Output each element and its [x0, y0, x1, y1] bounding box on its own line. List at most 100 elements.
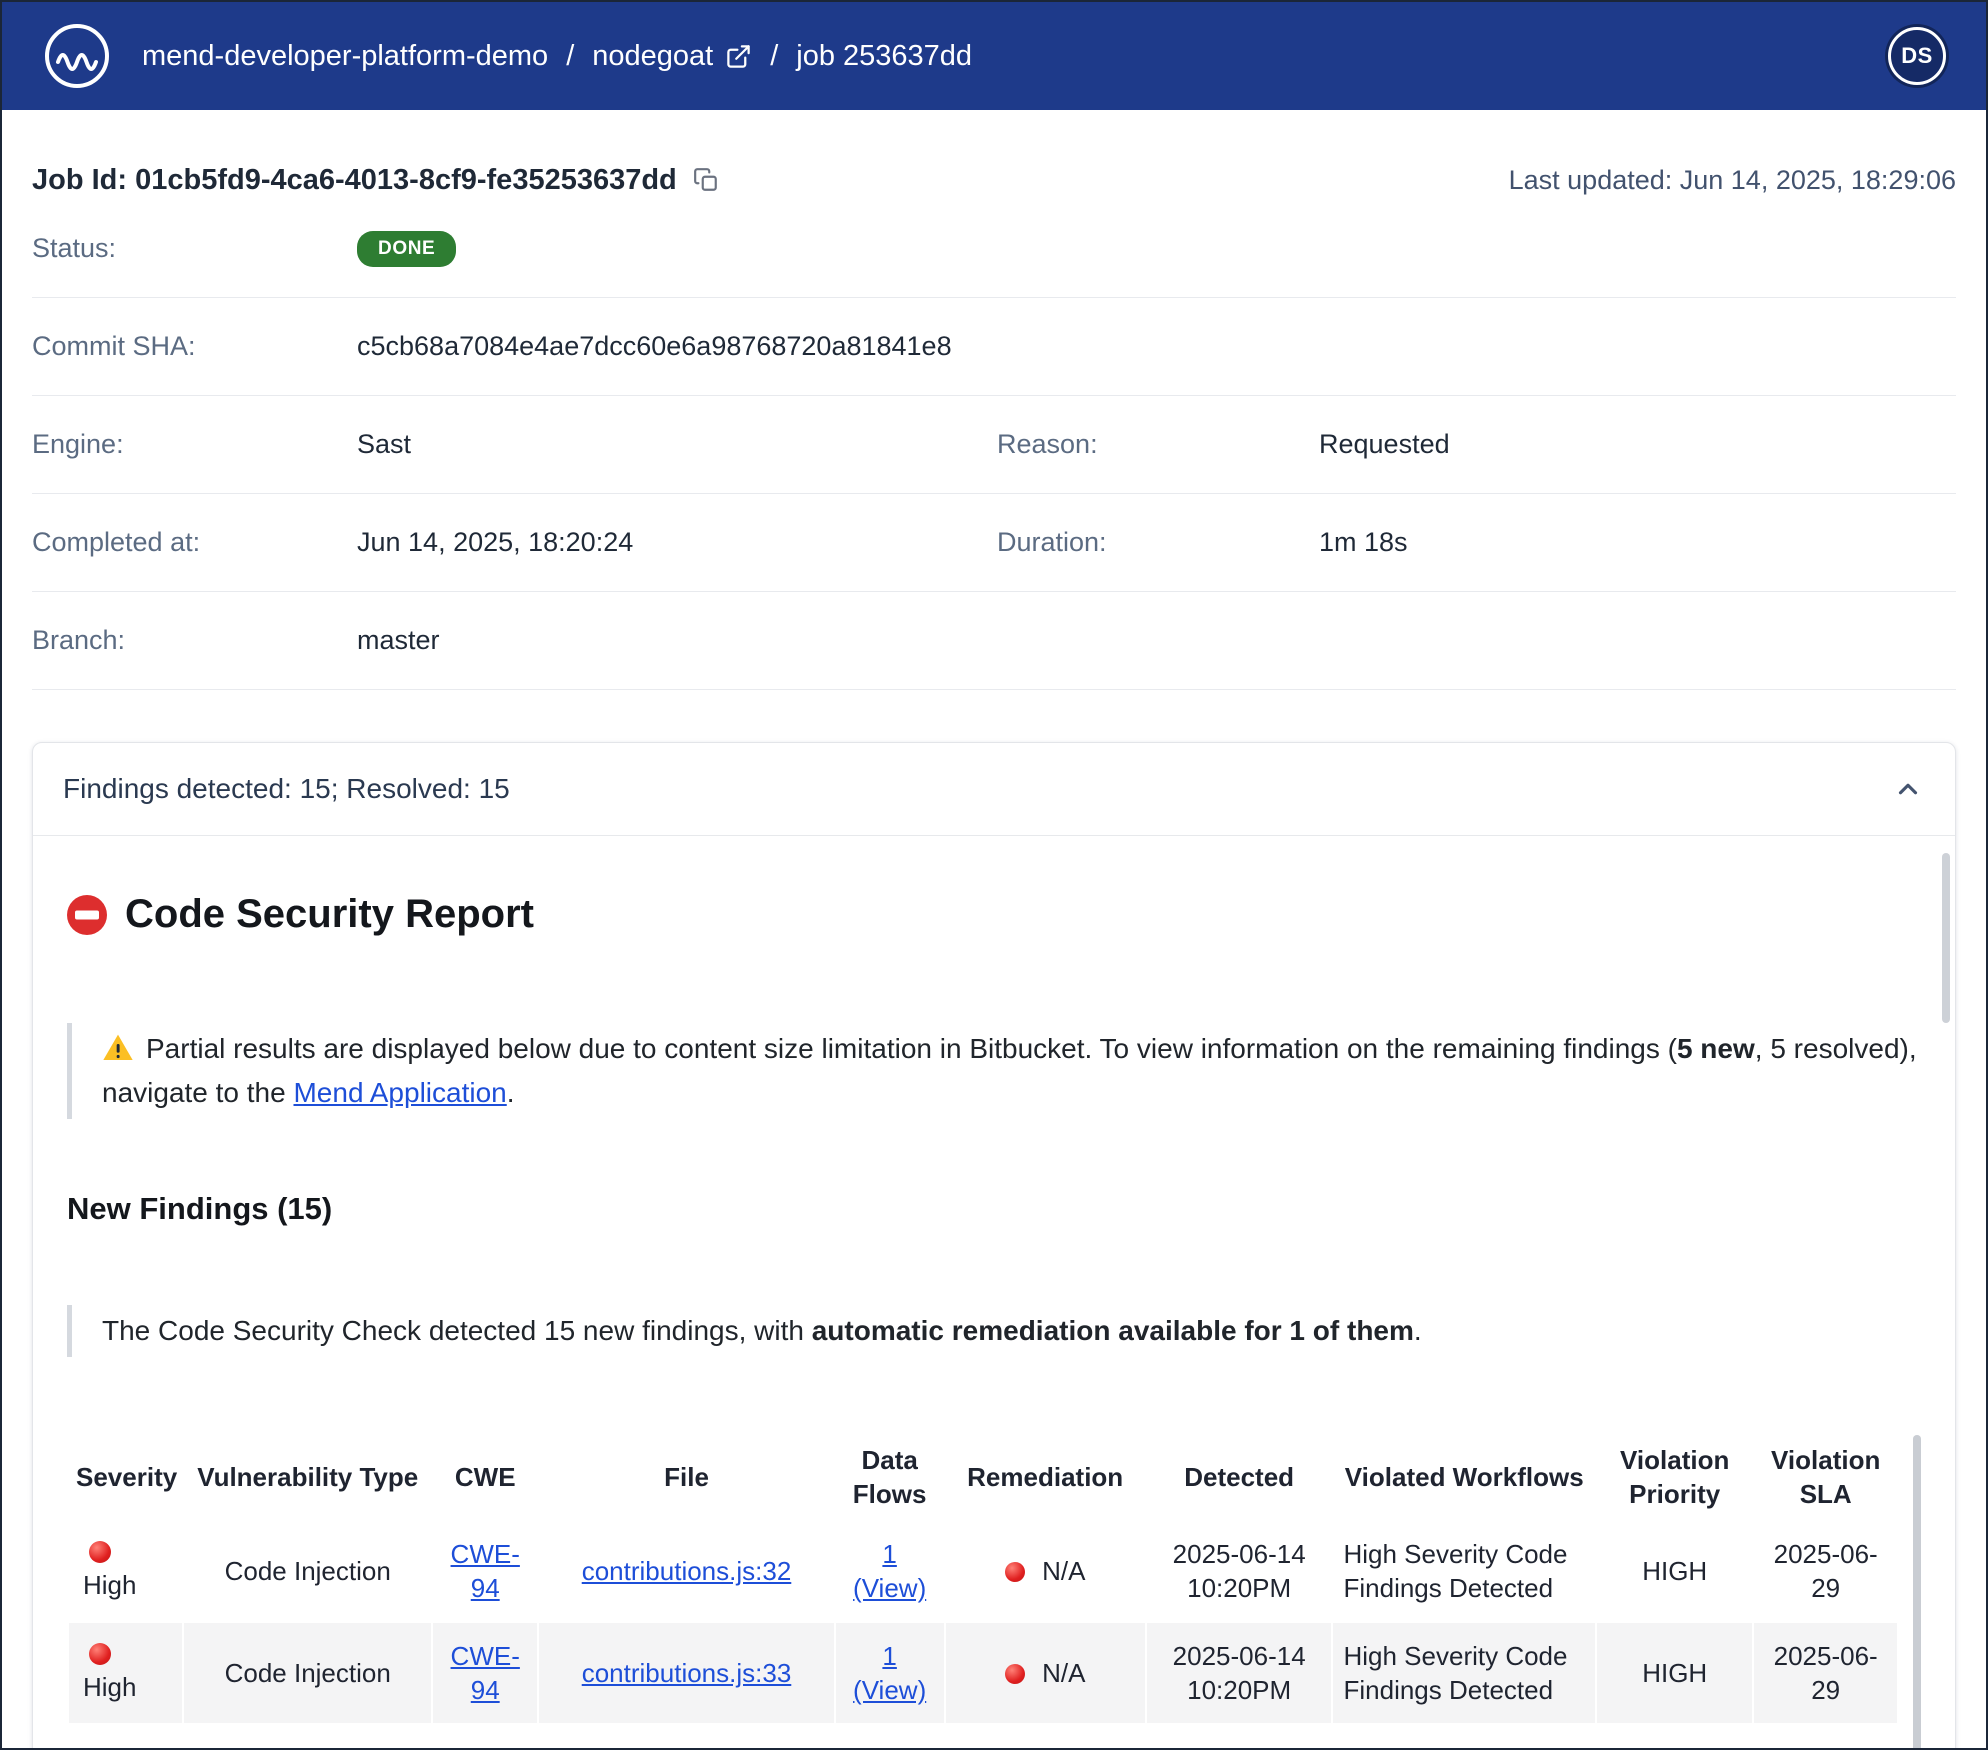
cell-violation-sla: 2025-06-29 [1753, 1622, 1898, 1724]
findings-summary: Findings detected: 15; Resolved: 15 [63, 773, 510, 805]
collapse-toggle[interactable] [1893, 773, 1925, 805]
branch-label: Branch: [32, 625, 357, 656]
reason-value: Requested [1319, 429, 1956, 460]
table-row: High Code Injection CWE-94 contributions… [68, 1520, 1898, 1622]
user-avatar[interactable]: DS [1888, 27, 1946, 85]
copy-icon [693, 167, 721, 193]
report-title-text: Code Security Report [125, 892, 534, 937]
cell-file: contributions.js:32 [538, 1520, 834, 1622]
completed-at-label: Completed at: [32, 527, 357, 558]
data-flows-view-link[interactable]: 1 (View) [853, 1641, 926, 1705]
header-violation-sla: Violation SLA [1753, 1435, 1898, 1520]
cwe-link[interactable]: CWE-94 [451, 1539, 520, 1603]
completed-at-value: Jun 14, 2025, 18:20:24 [357, 527, 997, 558]
findings-card-body: Code Security Report Partial results are… [33, 892, 1955, 1725]
branch-value: master [357, 625, 1956, 656]
intro-text: The Code Security Check detected 15 new … [102, 1315, 812, 1346]
cell-file: contributions.js:33 [538, 1622, 834, 1724]
file-link[interactable]: contributions.js:33 [582, 1658, 792, 1688]
remediation-label: N/A [1042, 1658, 1085, 1688]
cell-detected: 2025-06-14 10:20PM [1146, 1520, 1333, 1622]
cwe-link[interactable]: CWE-94 [451, 1641, 520, 1705]
data-flows-view-link[interactable]: 1 (View) [853, 1539, 926, 1603]
cell-data-flows: 1 (View) [835, 1520, 945, 1622]
page: mend-developer-platform-demo / nodegoat … [0, 0, 1988, 1750]
cell-violation-sla: 2025-06-29 [1753, 1520, 1898, 1622]
commit-sha-label: Commit SHA: [32, 331, 357, 362]
breadcrumb-repo[interactable]: nodegoat [592, 40, 752, 73]
severity-label: High [83, 1672, 136, 1702]
mend-application-link[interactable]: Mend Application [293, 1077, 506, 1108]
header-remediation: Remediation [945, 1435, 1146, 1520]
report-title: Code Security Report [67, 892, 1921, 937]
table-header-row: Severity Vulnerability Type CWE File Dat… [68, 1435, 1898, 1520]
card-scrollbar-thumb[interactable] [1942, 853, 1950, 1023]
warning-icon [102, 1032, 134, 1064]
cell-violated-workflows: High Severity Code Findings Detected [1332, 1622, 1596, 1724]
findings-intro: The Code Security Check detected 15 new … [67, 1305, 1921, 1357]
remediation-na-icon [1005, 1664, 1025, 1684]
top-navbar: mend-developer-platform-demo / nodegoat … [2, 2, 1986, 110]
commit-sha-value: c5cb68a7084e4ae7dcc60e6a98768720a81841e8 [357, 331, 1956, 362]
completed-duration-row: Completed at: Jun 14, 2025, 18:20:24 Dur… [32, 494, 1956, 592]
job-id: Job Id: 01cb5fd9-4ca6-4013-8cf9-fe352536… [32, 164, 677, 197]
partial-results-warning: Partial results are displayed below due … [67, 1023, 1921, 1119]
cell-remediation: N/A [945, 1520, 1146, 1622]
findings-report-card: Findings detected: 15; Resolved: 15 Code… [32, 742, 1956, 1750]
header-file: File [538, 1435, 834, 1520]
warning-text: . [507, 1077, 515, 1108]
table-scrollbar-thumb[interactable] [1913, 1435, 1921, 1750]
copy-job-id-button[interactable] [693, 166, 721, 194]
no-entry-icon [67, 895, 107, 935]
header-violation-priority: Violation Priority [1596, 1435, 1753, 1520]
job-header-row: Job Id: 01cb5fd9-4ca6-4013-8cf9-fe352536… [32, 160, 1956, 200]
remediation-label: N/A [1042, 1556, 1085, 1586]
table-scrollbar-track[interactable] [1913, 1435, 1921, 1725]
breadcrumb-separator: / [770, 40, 778, 73]
status-label: Status: [32, 233, 357, 264]
chevron-up-icon [1893, 774, 1925, 804]
avatar-initials: DS [1901, 43, 1933, 69]
engine-value: Sast [357, 429, 997, 460]
intro-text: . [1414, 1315, 1422, 1346]
remediation-na-icon [1005, 1562, 1025, 1582]
breadcrumb-repo-label: nodegoat [592, 40, 713, 73]
breadcrumb: mend-developer-platform-demo / nodegoat … [142, 40, 972, 73]
breadcrumb-project[interactable]: mend-developer-platform-demo [142, 40, 548, 73]
warning-text: Partial results are displayed below due … [146, 1033, 1677, 1064]
cell-violation-priority: HIGH [1596, 1520, 1753, 1622]
breadcrumb-separator: / [566, 40, 574, 73]
header-detected: Detected [1146, 1435, 1333, 1520]
external-link-icon [725, 43, 752, 70]
high-severity-icon [89, 1541, 111, 1563]
engine-reason-row: Engine: Sast Reason: Requested [32, 396, 1956, 494]
file-link[interactable]: contributions.js:32 [582, 1556, 792, 1586]
status-badge: DONE [357, 231, 456, 267]
intro-bold: automatic remediation available for 1 of… [812, 1315, 1414, 1346]
cell-severity: High [68, 1520, 183, 1622]
cell-vulnerability-type: Code Injection [183, 1520, 432, 1622]
new-findings-title: New Findings (15) [67, 1191, 1921, 1227]
findings-table: Severity Vulnerability Type CWE File Dat… [67, 1435, 1899, 1725]
duration-value: 1m 18s [1319, 527, 1956, 558]
cell-cwe: CWE-94 [432, 1520, 538, 1622]
reason-label: Reason: [997, 429, 1319, 460]
mend-logo[interactable] [42, 21, 112, 91]
findings-table-wrapper: Severity Vulnerability Type CWE File Dat… [67, 1435, 1921, 1725]
cell-severity: High [68, 1622, 183, 1724]
main-content: Job Id: 01cb5fd9-4ca6-4013-8cf9-fe352536… [2, 160, 1986, 1750]
branch-row: Branch: master [32, 592, 1956, 690]
cell-detected: 2025-06-14 10:20PM [1146, 1622, 1333, 1724]
duration-label: Duration: [997, 527, 1319, 558]
cell-cwe: CWE-94 [432, 1622, 538, 1724]
header-severity: Severity [68, 1435, 183, 1520]
table-row: High Code Injection CWE-94 contributions… [68, 1622, 1898, 1724]
commit-sha-row: Commit SHA: c5cb68a7084e4ae7dcc60e6a9876… [32, 298, 1956, 396]
engine-label: Engine: [32, 429, 357, 460]
header-vulnerability-type: Vulnerability Type [183, 1435, 432, 1520]
header-data-flows: Data Flows [835, 1435, 945, 1520]
status-row: Status: DONE [32, 200, 1956, 298]
warning-bold: 5 new [1677, 1033, 1755, 1064]
severity-label: High [83, 1570, 136, 1600]
header-cwe: CWE [432, 1435, 538, 1520]
